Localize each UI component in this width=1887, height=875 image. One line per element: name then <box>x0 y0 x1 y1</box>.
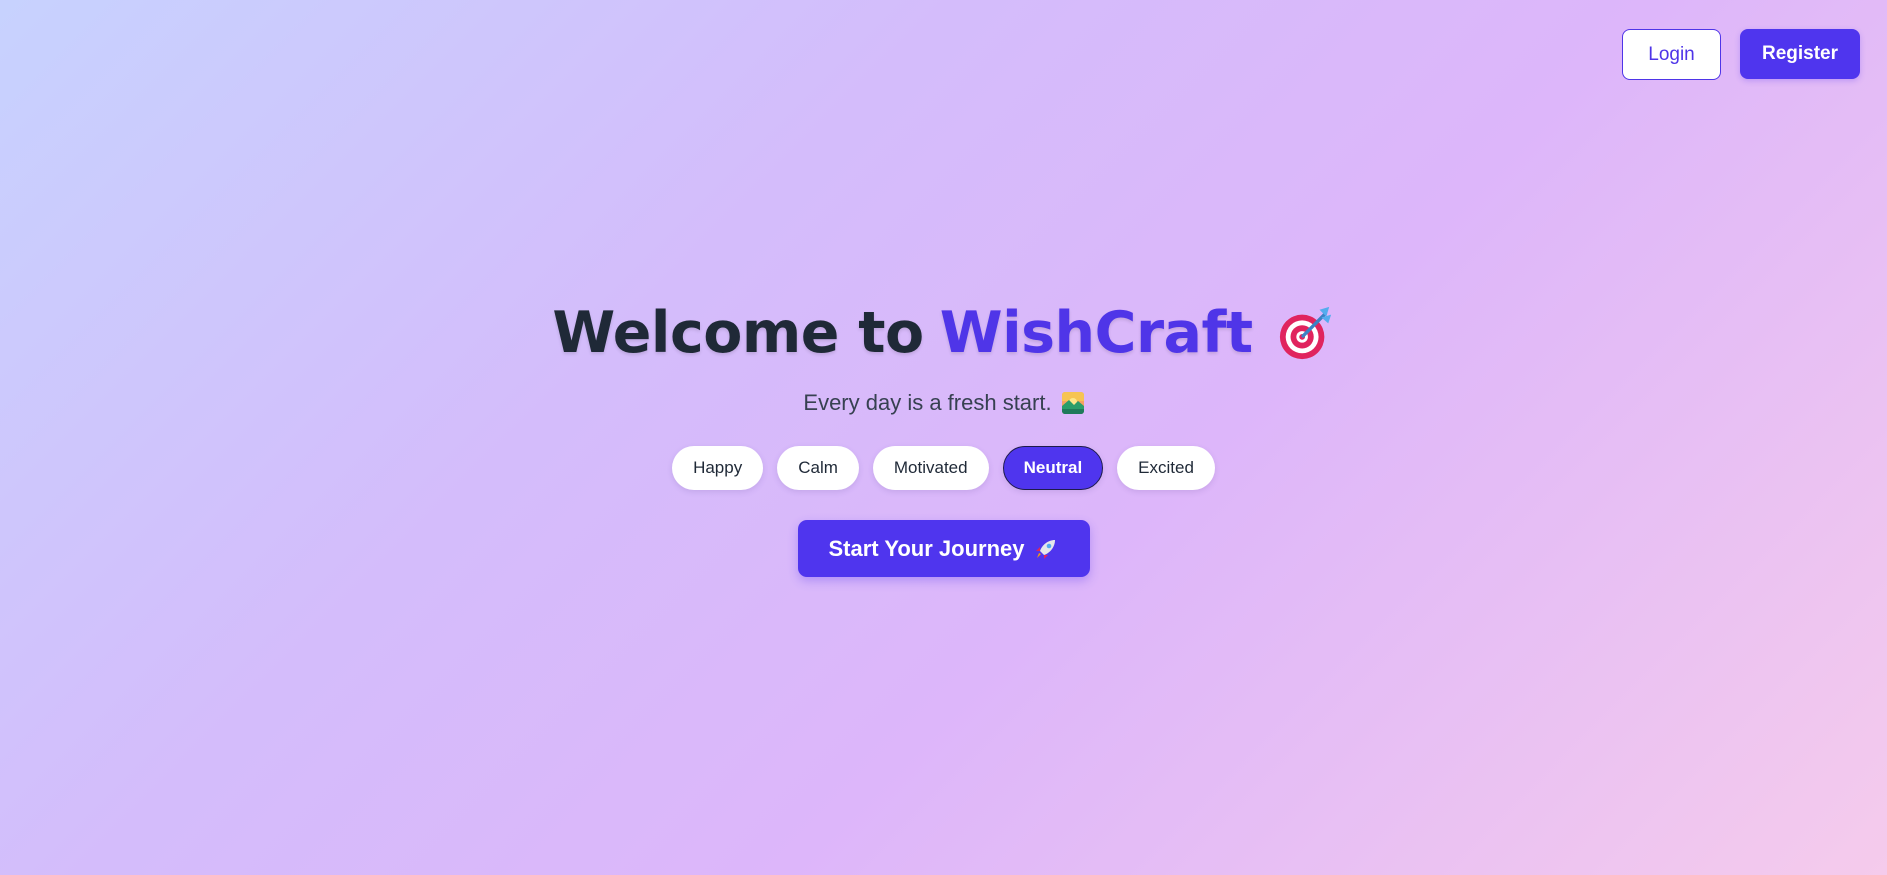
mood-happy[interactable]: Happy <box>672 446 764 490</box>
target-icon <box>1277 303 1335 363</box>
mood-neutral[interactable]: Neutral <box>1002 446 1104 490</box>
sunrise-icon <box>1061 392 1084 414</box>
register-button[interactable]: Register <box>1740 29 1860 79</box>
title-prefix: Welcome to <box>552 300 924 366</box>
top-nav: Login Register <box>1622 29 1860 80</box>
subtitle: Every day is a fresh start. <box>803 390 1084 416</box>
brand-name: WishCraft <box>939 300 1253 366</box>
mood-selector: Happy Calm Motivated Neutral Excited <box>672 446 1215 490</box>
mood-excited[interactable]: Excited <box>1117 446 1215 490</box>
login-button[interactable]: Login <box>1622 29 1721 80</box>
hero-section: Welcome to WishCraft Every day is a fres… <box>0 300 1887 577</box>
start-journey-button[interactable]: Start Your Journey <box>797 520 1090 577</box>
mood-calm[interactable]: Calm <box>777 446 859 490</box>
mood-motivated[interactable]: Motivated <box>872 446 989 490</box>
subtitle-text: Every day is a fresh start. <box>803 390 1052 415</box>
start-journey-label: Start Your Journey <box>828 535 1025 561</box>
page-title: Welcome to WishCraft <box>552 300 1334 366</box>
rocket-icon <box>1033 536 1059 562</box>
